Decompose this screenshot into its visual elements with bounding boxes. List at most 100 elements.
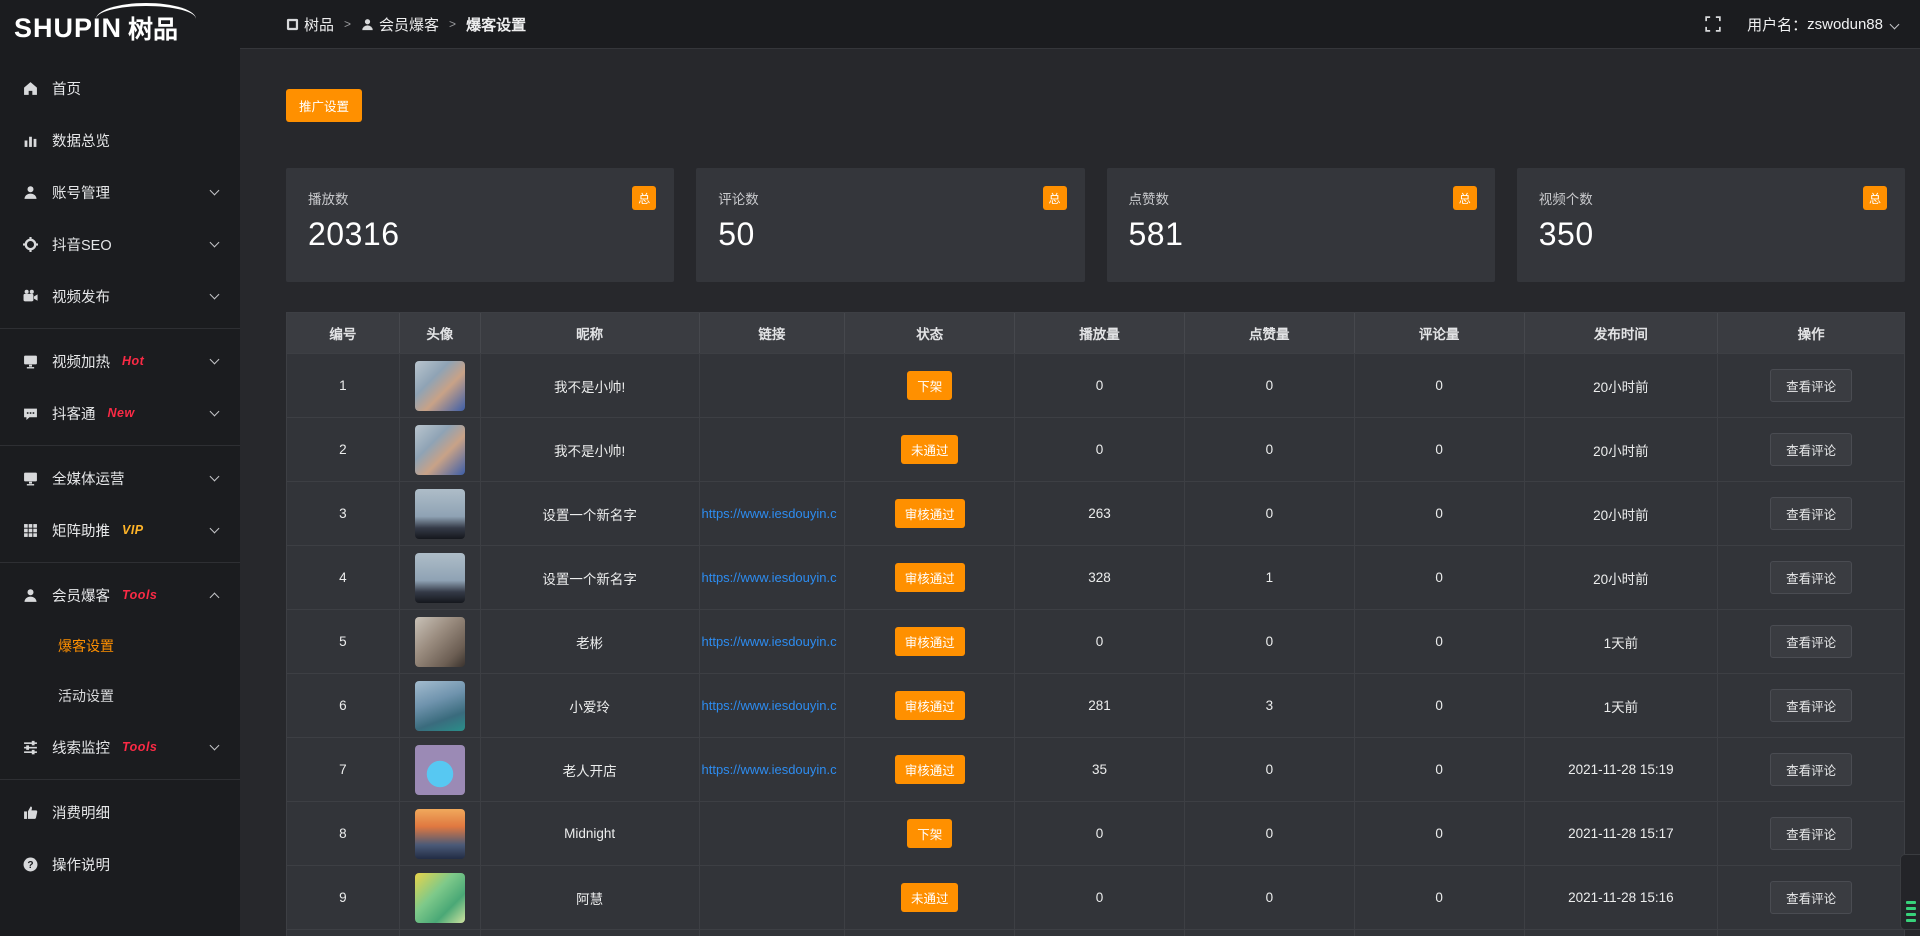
sidebar-item-instructions[interactable]: ? 操作说明: [0, 838, 240, 890]
videos-table: 编号 头像 昵称 链接 状态 播放量 点赞量 评论量 发布时间 操作 1 我不是…: [286, 312, 1905, 936]
grid-icon: [22, 522, 38, 538]
sidebar-item-label: 线索监控: [52, 737, 110, 758]
stat-value: 20316: [308, 216, 652, 253]
view-comments-button[interactable]: 查看评论: [1770, 817, 1852, 850]
cell-avatar: [400, 418, 481, 481]
video-link[interactable]: https://www.iesdouyin.c: [702, 698, 837, 713]
cell-publish-time: 1天前: [1525, 674, 1719, 737]
sidebar-subitem-label: 爆客设置: [58, 636, 114, 656]
status-badge: 下架: [907, 819, 952, 848]
cell-comments: 0: [1355, 674, 1525, 737]
view-comments-button[interactable]: 查看评论: [1770, 561, 1852, 594]
view-comments-button[interactable]: 查看评论: [1770, 625, 1852, 658]
sidebar-item-consumption-details[interactable]: 消费明细: [0, 786, 240, 838]
sidebar-subitem-activity-settings[interactable]: 活动设置: [0, 671, 240, 721]
sidebar-item-clue-monitor[interactable]: 线索监控 Tools: [0, 721, 240, 773]
sidebar-menu: 首页 数据总览 账号管理 抖音SEO 视频发布 视频加热 Hot: [0, 56, 240, 890]
cell-likes: 0: [1185, 610, 1355, 673]
cell-id: 7: [287, 738, 400, 801]
view-comments-button[interactable]: 查看评论: [1770, 433, 1852, 466]
status-badge: 审核通过: [895, 499, 965, 528]
cell-publish-time: 20小时前: [1525, 354, 1719, 417]
app-logo[interactable]: SHUPIN 树品: [0, 0, 240, 56]
total-badge: 总: [1863, 186, 1887, 210]
table-row: 6 小爱玲 https://www.iesdouyin.c 审核通过 281 3…: [287, 673, 1904, 737]
sidebar-item-label: 会员爆客: [52, 585, 110, 606]
sidebar-item-douketong[interactable]: 抖客通 New: [0, 387, 240, 439]
video-link[interactable]: https://www.iesdouyin.c: [702, 634, 837, 649]
video-link[interactable]: https://www.iesdouyin.c: [702, 570, 837, 585]
breadcrumb-item-shupin[interactable]: 树品: [286, 14, 334, 35]
status-badge: 审核通过: [895, 691, 965, 720]
chevron-down-icon: [210, 355, 220, 365]
chevron-down-icon: [210, 290, 220, 300]
column-header-id: 编号: [287, 313, 400, 353]
view-comments-button[interactable]: 查看评论: [1770, 497, 1852, 530]
stat-value: 50: [718, 216, 1062, 253]
cell-nickname: 小爱玲: [481, 674, 700, 737]
breadcrumb-item-member-baoke[interactable]: 会员爆客: [361, 14, 439, 35]
fullscreen-icon[interactable]: [1705, 16, 1721, 32]
monitor-icon: [22, 470, 38, 486]
cell-likes: 3: [1185, 674, 1355, 737]
hot-tag: Hot: [122, 354, 144, 368]
cell-status: 审核通过: [845, 546, 1015, 609]
sidebar-item-matrix-boost[interactable]: 矩阵助推 VIP: [0, 504, 240, 556]
sidebar-item-data-overview[interactable]: 数据总览: [0, 114, 240, 166]
sidebar-item-account-management[interactable]: 账号管理: [0, 166, 240, 218]
cell-link: https://www.iesdouyin.c: [700, 482, 846, 545]
widget-bar: [1906, 913, 1916, 916]
column-header-publish-time: 发布时间: [1525, 313, 1719, 353]
avatar: [415, 617, 465, 667]
sidebar-item-member-baoke[interactable]: 会员爆客 Tools: [0, 569, 240, 621]
sidebar-item-media-operations[interactable]: 全媒体运营: [0, 452, 240, 504]
cell-comments: 0: [1355, 546, 1525, 609]
cell-plays: 281: [1015, 674, 1185, 737]
sidebar-item-label: 全媒体运营: [52, 468, 125, 489]
avatar: [415, 425, 465, 475]
chat-icon: [22, 405, 38, 421]
question-circle-icon: ?: [22, 856, 38, 872]
sidebar-item-video-heat[interactable]: 视频加热 Hot: [0, 335, 240, 387]
cell-publish-time: 20小时前: [1525, 546, 1719, 609]
video-link[interactable]: https://www.iesdouyin.c: [702, 506, 837, 521]
cell-likes: 0: [1185, 738, 1355, 801]
view-comments-button[interactable]: 查看评论: [1770, 689, 1852, 722]
chevron-down-icon: [210, 741, 220, 751]
sidebar-item-home[interactable]: 首页: [0, 62, 240, 114]
stat-label: 播放数: [308, 188, 652, 208]
cell-avatar: [400, 482, 481, 545]
video-link[interactable]: https://www.iesdouyin.c: [702, 762, 837, 777]
username-value: zswodun88: [1807, 16, 1883, 33]
cell-link: [700, 354, 846, 417]
status-badge: 审核通过: [895, 563, 965, 592]
gear-icon: [22, 236, 38, 252]
column-header-link: 链接: [700, 313, 846, 353]
view-comments-button[interactable]: 查看评论: [1770, 753, 1852, 786]
sidebar-subitem-baoke-settings[interactable]: 爆客设置: [0, 621, 240, 671]
table-row: 9 阿慧 未通过 0 0 0 2021-11-28 15:16 查看评论: [287, 865, 1904, 929]
promo-settings-button[interactable]: 推广设置: [286, 89, 362, 122]
cell-status: 未通过: [845, 418, 1015, 481]
chevron-down-icon: [210, 407, 220, 417]
view-comments-button[interactable]: 查看评论: [1770, 881, 1852, 914]
sidebar-subitem-label: 活动设置: [58, 686, 114, 706]
cell-id: 4: [287, 546, 400, 609]
floating-widget[interactable]: [1900, 854, 1920, 930]
stat-label: 视频个数: [1539, 188, 1883, 208]
sidebar-item-douyin-seo[interactable]: 抖音SEO: [0, 218, 240, 270]
breadcrumb-label: 树品: [304, 14, 334, 35]
sidebar-item-label: 抖音SEO: [52, 234, 112, 255]
cell-publish-time: 2021-11-28 15:19: [1525, 738, 1719, 801]
cell-link: [700, 866, 846, 929]
view-comments-button[interactable]: 查看评论: [1770, 369, 1852, 402]
breadcrumb-separator: >: [449, 17, 456, 31]
app-square-icon: [286, 18, 299, 31]
cell-status: [845, 930, 1015, 936]
cell-plays: 263: [1015, 482, 1185, 545]
cell-id: 2: [287, 418, 400, 481]
sidebar-item-video-publish[interactable]: 视频发布: [0, 270, 240, 322]
video-camera-icon: [22, 288, 38, 304]
cell-actions: 查看评论: [1718, 610, 1904, 673]
user-menu[interactable]: 用户名： zswodun88: [1747, 14, 1898, 35]
